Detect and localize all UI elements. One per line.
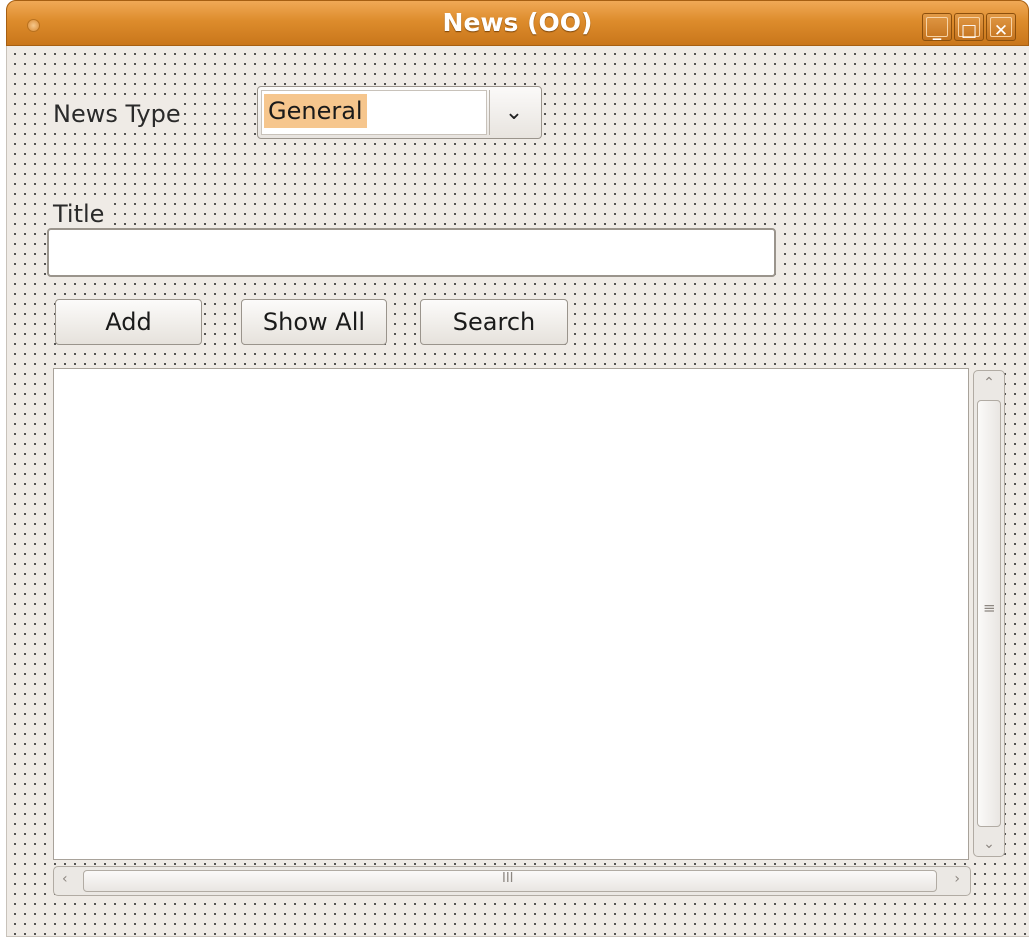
add-button[interactable]: Add: [55, 299, 202, 345]
scroll-down-icon[interactable]: ⌄: [974, 836, 1004, 852]
news-type-combobox[interactable]: General ⌄: [257, 86, 542, 139]
form-canvas: News Type General ⌄ Title Add Show All S…: [6, 46, 1029, 937]
grip-icon: ≡: [983, 599, 996, 617]
maximize-button[interactable]: □: [954, 13, 984, 41]
title-input[interactable]: [47, 228, 776, 277]
minimize-button[interactable]: _: [922, 13, 952, 41]
horizontal-scroll-thumb[interactable]: III: [83, 870, 937, 892]
close-button[interactable]: ✕: [986, 13, 1016, 41]
close-icon: ✕: [990, 17, 1012, 41]
vertical-scrollbar[interactable]: ⌃ ≡ ⌄: [973, 370, 1005, 857]
show-all-button[interactable]: Show All: [241, 299, 387, 345]
window-title: News (OO): [442, 8, 593, 37]
news-type-selected-text: General: [264, 94, 367, 128]
chevron-down-icon[interactable]: ⌄: [489, 90, 538, 135]
title-label: Title: [51, 200, 107, 228]
vertical-scroll-thumb[interactable]: ≡: [977, 400, 1001, 827]
scroll-right-icon[interactable]: ›: [954, 871, 960, 887]
news-list[interactable]: [53, 368, 969, 860]
news-type-entry[interactable]: General: [261, 90, 487, 135]
minimize-icon: _: [926, 17, 948, 41]
title-bar[interactable]: News (OO) _ □ ✕: [6, 0, 1029, 46]
grip-icon: III: [502, 871, 514, 886]
maximize-icon: □: [958, 17, 980, 41]
news-window: News (OO) _ □ ✕ News Type General ⌄ Titl…: [0, 0, 1029, 943]
horizontal-scrollbar[interactable]: ‹ III ›: [53, 866, 971, 896]
scroll-left-icon[interactable]: ‹: [62, 871, 68, 887]
scroll-up-icon[interactable]: ⌃: [974, 375, 1004, 391]
search-button[interactable]: Search: [420, 299, 568, 345]
news-type-label: News Type: [51, 100, 183, 128]
